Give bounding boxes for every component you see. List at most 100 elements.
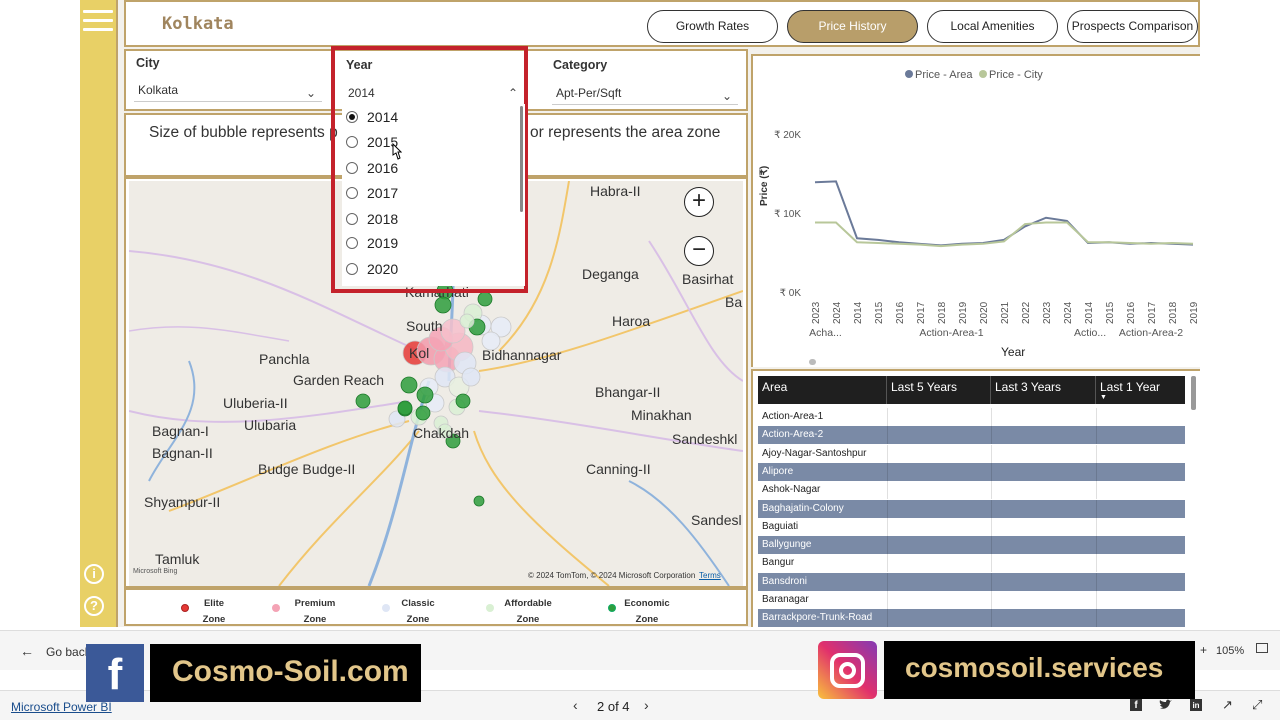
x-group-label: Actio... — [1074, 327, 1106, 339]
col-header-area[interactable]: Area — [758, 376, 887, 404]
year-option-2018[interactable]: 2018 — [346, 209, 398, 229]
table-cell — [991, 462, 992, 481]
x-tick-label: 2017 — [916, 301, 927, 324]
table-row[interactable]: Barrackpore-Trunk-Road — [758, 609, 1185, 628]
table-row[interactable]: Alipore — [758, 462, 1185, 481]
promo-banner-right: cosmosoil.services — [884, 641, 1195, 699]
table-cell — [1096, 408, 1097, 426]
back-arrow-icon[interactable]: ← — [20, 643, 34, 659]
terms-link[interactable]: Terms — [699, 571, 721, 580]
facebook-share-icon[interactable]: f — [1130, 699, 1142, 711]
y-tick-label: ₹ 0K — [780, 288, 802, 299]
series-line-price-area[interactable] — [814, 180, 1194, 247]
radio-icon — [346, 136, 358, 148]
instagram-logo-icon — [818, 641, 877, 699]
col-header-last-3-years[interactable]: Last 3 Years — [991, 376, 1096, 404]
promo-banner-left: Cosmo-Soil.com — [150, 644, 421, 702]
map-label: Deganga — [582, 266, 639, 282]
map-bubble[interactable] — [459, 313, 475, 329]
linkedin-share-icon[interactable]: in — [1190, 699, 1202, 711]
hamburger-menu-icon[interactable] — [83, 10, 113, 32]
table-row[interactable]: Action-Area-1 — [758, 408, 1185, 426]
map-label: Canning-II — [586, 461, 651, 477]
table-header: Area Last 5 Years Last 3 Years Last 1 Ye… — [758, 376, 1185, 404]
table-row[interactable]: Bangur — [758, 554, 1185, 573]
premium-zone-dot — [272, 604, 280, 612]
map-label: Ulubaria — [244, 417, 297, 433]
map-bubble[interactable] — [397, 400, 413, 416]
legend-label-city: Price - City — [989, 69, 1043, 81]
category-slicer[interactable]: Apt-Per/Sqft ⌄ — [552, 81, 738, 105]
legend-elite: Elite Zone — [202, 598, 226, 625]
x-tick-label: 2018 — [937, 301, 948, 324]
table-cell — [1096, 591, 1097, 609]
x-tick-label: 2016 — [895, 301, 906, 324]
table-cell — [991, 591, 992, 609]
table-cell — [887, 426, 888, 445]
price-line-chart[interactable]: Price - Area Price - City Price (₹) Year… — [753, 56, 1200, 367]
year-option-2016[interactable]: 2016 — [346, 158, 398, 178]
zoom-plus-icon[interactable]: + — [1200, 643, 1207, 657]
bubble-color-note: or represents the area zone — [530, 124, 721, 141]
table-row[interactable]: Baranagar — [758, 591, 1185, 609]
year-option-2019[interactable]: 2019 — [346, 233, 398, 253]
x-axis-title: Year — [1001, 345, 1025, 359]
area-growth-table-panel: Area Last 5 Years Last 3 Years Last 1 Ye… — [751, 369, 1200, 628]
share-icon[interactable]: ↗ — [1222, 697, 1233, 713]
fit-to-page-icon[interactable] — [1256, 643, 1268, 653]
help-icon[interactable]: ? — [84, 596, 104, 616]
legend-dot-area — [905, 70, 913, 78]
x-group-label: Action-Area-2 — [1119, 327, 1183, 339]
table-row[interactable]: Ajoy-Nagar-Santoshpur — [758, 444, 1185, 463]
info-icon[interactable]: i — [84, 564, 104, 584]
zoom-in-button[interactable]: + — [684, 187, 714, 217]
city-slicer[interactable]: Kolkata ⌄ — [134, 78, 322, 102]
tab-price-history[interactable]: Price History — [787, 10, 918, 43]
table-row[interactable]: Bansdroni — [758, 572, 1185, 591]
map-bubble[interactable] — [415, 405, 431, 421]
map-bubble[interactable] — [400, 376, 418, 394]
table-cell — [1096, 536, 1097, 555]
series-line-price-city[interactable] — [815, 221, 1194, 248]
table-row[interactable]: Ashok-Nagar — [758, 481, 1185, 500]
table-row[interactable]: Baghajatin-Colony — [758, 499, 1185, 518]
twitter-share-icon[interactable] — [1159, 699, 1173, 711]
chart-scrollbar[interactable] — [809, 359, 816, 365]
x-group-label: Acha... — [809, 327, 842, 339]
legend-premium: Premium Zone — [294, 598, 336, 625]
next-page-icon[interactable]: › — [644, 697, 649, 713]
map-bubble[interactable] — [473, 495, 485, 507]
table-row[interactable]: Action-Area-2 — [758, 426, 1185, 445]
map-attribution: © 2024 TomTom, © 2024 Microsoft Corporat… — [528, 571, 696, 580]
map-bubble[interactable] — [477, 291, 493, 307]
table-cell — [991, 499, 992, 518]
year-option-2017[interactable]: 2017 — [346, 183, 398, 203]
table-row[interactable]: Baguiati — [758, 517, 1185, 536]
table-row[interactable]: Ballygunge — [758, 536, 1185, 555]
tab-growth-rates[interactable]: Growth Rates — [647, 10, 778, 43]
prev-page-icon[interactable]: ‹ — [573, 697, 578, 713]
map-bubble[interactable] — [455, 393, 471, 409]
dropdown-scrollbar[interactable] — [520, 106, 523, 212]
map-bubble[interactable] — [461, 367, 481, 387]
tab-prospects-comparison[interactable]: Prospects Comparison — [1067, 10, 1198, 43]
map-label: Minakhan — [631, 407, 692, 423]
x-tick-label: 2018 — [1168, 301, 1179, 324]
page-title: Kolkata — [162, 14, 234, 34]
table-cell — [991, 572, 992, 591]
go-back-link[interactable]: Go back — [46, 645, 91, 659]
zoom-out-button[interactable]: − — [684, 236, 714, 266]
legend-classic: Classic Zone — [401, 598, 435, 625]
elite-zone-dot — [181, 604, 189, 612]
col-header-last-5-years[interactable]: Last 5 Years — [887, 376, 991, 404]
fullscreen-icon[interactable]: ⤢ — [1252, 697, 1262, 713]
map-bubble[interactable] — [355, 393, 371, 409]
year-dropdown-list[interactable]: 2014 2015 2016 2017 2018 2019 2020 — [342, 104, 525, 286]
tab-local-amenities[interactable]: Local Amenities — [927, 10, 1058, 43]
map-label: Basirhat — [682, 271, 734, 287]
table-scrollbar[interactable] — [1191, 376, 1196, 410]
year-option-2020[interactable]: 2020 — [346, 259, 398, 279]
col-header-last-1-year[interactable]: Last 1 Year — [1096, 376, 1185, 404]
year-option-2014[interactable]: 2014 — [346, 107, 398, 127]
map-bubble[interactable] — [416, 386, 434, 404]
